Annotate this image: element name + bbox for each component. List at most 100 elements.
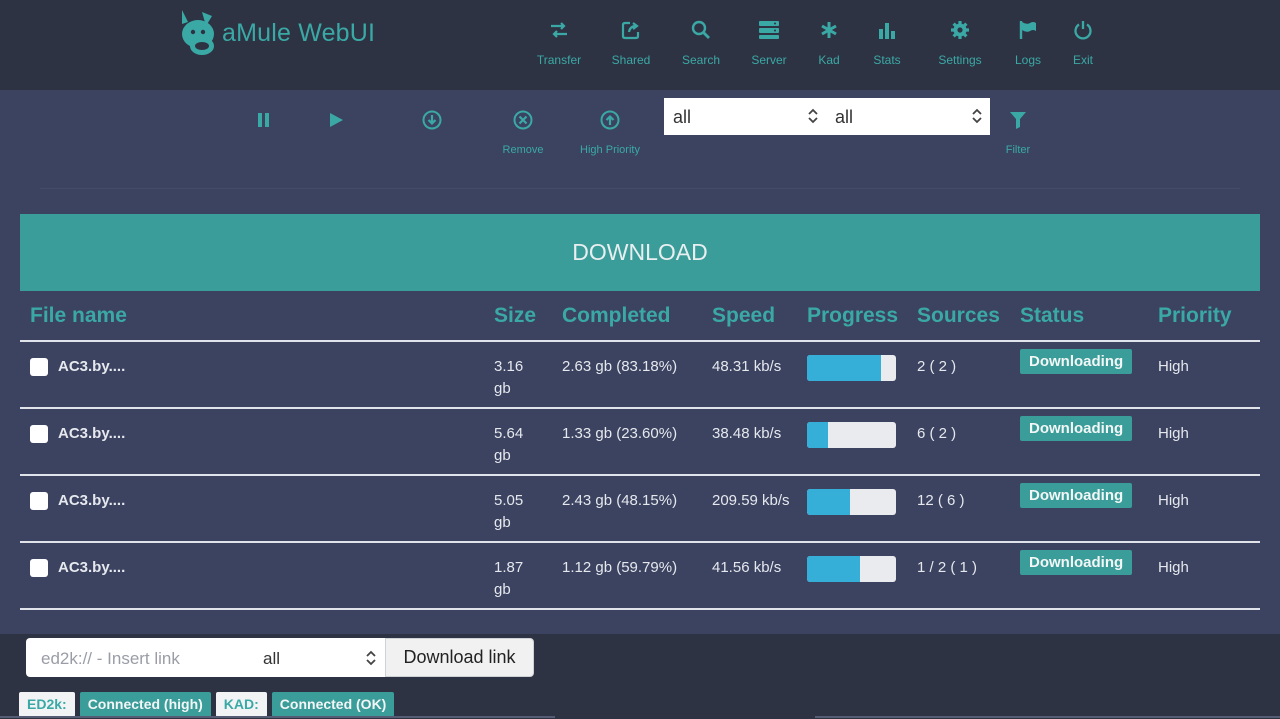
progress-bar: [807, 556, 896, 582]
select-arrows-icon: [366, 650, 376, 666]
footer-divider: [815, 716, 1280, 718]
nav-shared[interactable]: Shared: [596, 20, 666, 67]
share-icon: [621, 21, 640, 40]
kad-icon: [821, 22, 837, 38]
high-priority-button[interactable]: High Priority: [565, 110, 655, 156]
file-name: AC3.by....: [58, 358, 126, 375]
kad-status-badge: Connected (OK): [271, 692, 395, 717]
col-size[interactable]: Size: [494, 291, 562, 342]
col-sources[interactable]: Sources: [917, 291, 1020, 342]
download-link-button[interactable]: Download link: [385, 638, 534, 677]
file-priority: High: [1158, 559, 1189, 576]
file-speed: 38.48 kb/s: [712, 425, 782, 442]
file-sources: 12 ( 6 ): [917, 492, 965, 509]
nav-transfer-label: Transfer: [536, 53, 582, 67]
status-badge: Downloading: [1020, 349, 1133, 374]
row-checkbox[interactable]: [30, 559, 48, 577]
play-icon: [330, 113, 343, 127]
file-speed: 209.59 kb/s: [712, 492, 790, 509]
connection-status: ED2k: Connected (high) KAD: Connected (O…: [19, 692, 399, 717]
server-icon: [759, 21, 779, 39]
main-panel: Remove High Priority all all Filter DOWN…: [0, 90, 1280, 634]
priority-up-icon: [600, 110, 620, 130]
remove-label: Remove: [502, 144, 544, 156]
progress-bar: [807, 355, 896, 381]
file-name: AC3.by....: [58, 492, 126, 509]
download-section-title: DOWNLOAD: [20, 214, 1260, 291]
download-button[interactable]: [387, 110, 477, 130]
file-sources: 6 ( 2 ): [917, 425, 957, 442]
col-file-name[interactable]: File name: [20, 291, 494, 342]
ed2k-link-input[interactable]: ed2k:// - Insert link: [26, 638, 256, 677]
file-size-unit: gb: [494, 514, 511, 531]
high-priority-label: High Priority: [580, 144, 640, 156]
col-priority[interactable]: Priority: [1158, 291, 1260, 342]
toolbar-divider: [40, 188, 1240, 189]
row-checkbox[interactable]: [30, 358, 48, 376]
category-select[interactable]: all: [664, 98, 826, 135]
mule-logo-icon: [182, 10, 214, 55]
col-speed[interactable]: Speed: [712, 291, 807, 342]
table-row[interactable]: AC3.by.... 5.64 gb 1.33 gb (23.60%) 38.48…: [20, 408, 1260, 476]
row-checkbox[interactable]: [30, 492, 48, 510]
nav-settings-label: Settings: [938, 53, 982, 67]
select-arrows-icon: [808, 108, 818, 124]
file-size: 3.16: [494, 358, 524, 375]
col-progress[interactable]: Progress: [807, 291, 917, 342]
status-badge: Downloading: [1020, 550, 1133, 575]
power-icon: [1074, 21, 1092, 40]
filter-icon: [1010, 112, 1026, 129]
file-completed: 2.43 gb (48.15%): [562, 492, 678, 509]
ed2k-status-badge: Connected (high): [79, 692, 211, 717]
nav-stats[interactable]: Stats: [852, 20, 922, 67]
progress-fill: [807, 422, 828, 448]
col-status[interactable]: Status: [1020, 291, 1158, 342]
status-select-value: all: [835, 107, 854, 127]
status-badge: Downloading: [1020, 416, 1133, 441]
file-size: 5.05: [494, 492, 524, 509]
category-select-value: all: [673, 107, 692, 127]
nav-search[interactable]: Search: [666, 20, 736, 67]
file-size: 5.64: [494, 425, 524, 442]
nav-settings[interactable]: Settings: [925, 20, 995, 67]
col-completed[interactable]: Completed: [562, 291, 712, 342]
progress-fill: [807, 355, 882, 381]
app-title: aMule WebUI: [222, 18, 376, 47]
filter-label: Filter: [1005, 144, 1031, 156]
table-row[interactable]: AC3.by.... 5.05 gb 2.43 gb (48.15%) 209.5…: [20, 475, 1260, 543]
file-sources: 1 / 2 ( 1 ): [917, 559, 978, 576]
resume-button[interactable]: [291, 112, 381, 128]
kad-label: KAD:: [215, 692, 267, 717]
file-size-unit: gb: [494, 447, 511, 464]
file-priority: High: [1158, 492, 1189, 509]
file-completed: 1.12 gb (59.79%): [562, 559, 678, 576]
top-bar: aMule WebUI Transfer Shared Search Serve…: [0, 0, 1280, 90]
file-speed: 41.56 kb/s: [712, 559, 782, 576]
link-category-value: all: [263, 649, 281, 668]
table-header-row: File name Size Completed Speed Progress …: [20, 291, 1260, 342]
table-row[interactable]: AC3.by.... 3.16 gb 2.63 gb (83.18%) 48.31…: [20, 341, 1260, 409]
remove-button[interactable]: Remove: [478, 110, 568, 156]
app-logo[interactable]: aMule WebUI: [176, 8, 375, 56]
file-priority: High: [1158, 358, 1189, 375]
nav-stats-label: Stats: [873, 53, 901, 67]
file-completed: 1.33 gb (23.60%): [562, 425, 678, 442]
file-size-unit: gb: [494, 380, 511, 397]
gear-icon: [951, 21, 969, 39]
progress-bar: [807, 422, 896, 448]
file-name: AC3.by....: [58, 425, 126, 442]
link-category-select[interactable]: all: [254, 638, 385, 677]
file-size: 1.87: [494, 559, 524, 576]
pause-icon: [258, 113, 269, 127]
filter-button[interactable]: Filter: [973, 110, 1063, 156]
file-priority: High: [1158, 425, 1189, 442]
nav-exit[interactable]: Exit: [1048, 20, 1118, 67]
ed2k-link-placeholder: ed2k:// - Insert link: [41, 649, 180, 668]
table-row[interactable]: AC3.by.... 1.87 gb 1.12 gb (59.79%) 41.56…: [20, 542, 1260, 610]
progress-fill: [807, 556, 861, 582]
nav-transfer[interactable]: Transfer: [524, 20, 594, 67]
file-completed: 2.63 gb (83.18%): [562, 358, 678, 375]
status-select[interactable]: all: [826, 98, 990, 135]
row-checkbox[interactable]: [30, 425, 48, 443]
transfer-icon: [551, 22, 567, 38]
